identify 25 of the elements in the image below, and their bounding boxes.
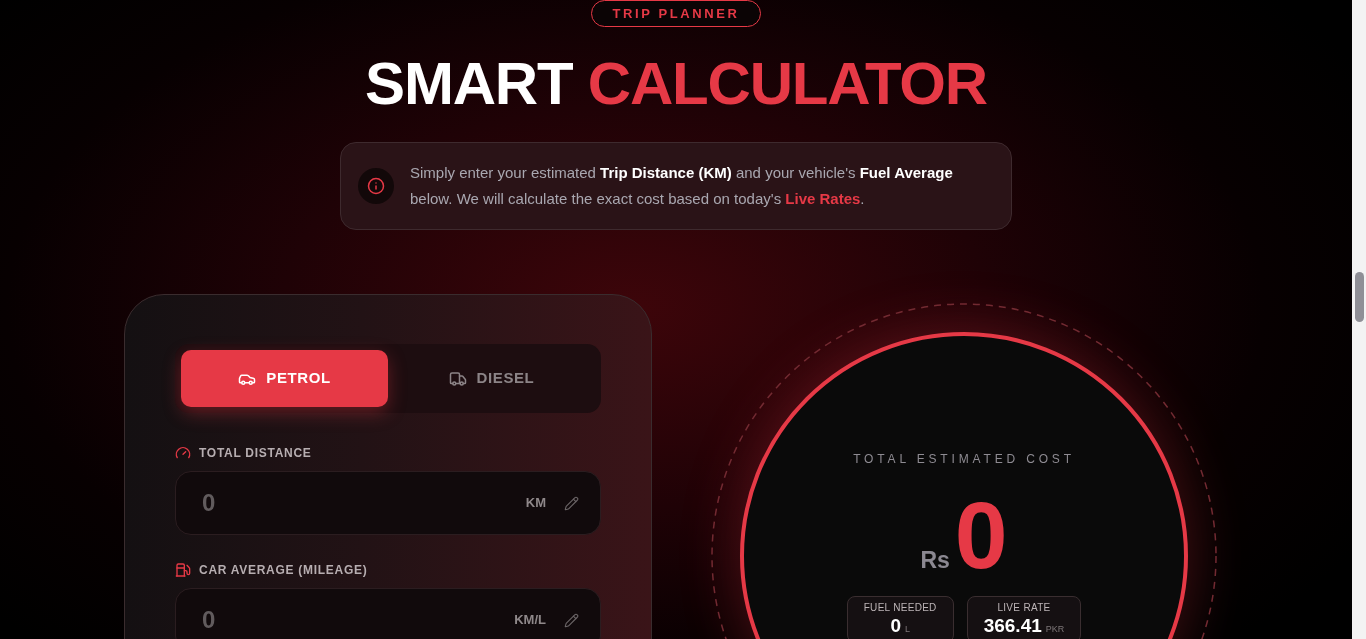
stat-label: LIVE RATE	[997, 602, 1051, 614]
truck-icon	[448, 369, 467, 388]
notice-text: Simply enter your estimated Trip Distance (KM) and your vehicle's Fuel Average below. We will calculate the exact cost based on today's Live Rates.	[410, 163, 954, 209]
field-label: CAR AVERAGE (MILEAGE)	[199, 562, 368, 578]
stat-label: FUEL NEEDED	[863, 602, 937, 614]
unit-label: KM	[525, 494, 546, 513]
unit-label: KM/L	[514, 611, 546, 630]
scrollbar-thumb[interactable]	[1354, 272, 1364, 322]
result-label: TOTAL ESTIMATED COST	[853, 452, 1075, 466]
section-badge: TRIP PLANNER	[591, 0, 761, 27]
field-label: TOTAL DISTANCE	[199, 445, 312, 461]
info-icon	[358, 168, 394, 204]
fuel-tab[interactable]: DIESEL	[388, 350, 595, 407]
fuel-tab[interactable]: PETROL	[181, 350, 388, 407]
pencil-icon[interactable]	[564, 495, 579, 511]
fuel-pump-icon	[175, 562, 191, 578]
stat-unit: PKR	[1045, 624, 1065, 634]
currency-label: Rs	[920, 548, 950, 572]
cost-amount: 0	[954, 488, 1008, 583]
stat-unit: L	[904, 624, 910, 634]
gauge-icon	[175, 445, 191, 461]
page-title: SMART CALCULATOR	[365, 54, 987, 114]
stat-value: 366.41	[983, 616, 1042, 636]
pencil-icon[interactable]	[564, 612, 579, 628]
stat-value: 0	[890, 616, 901, 636]
